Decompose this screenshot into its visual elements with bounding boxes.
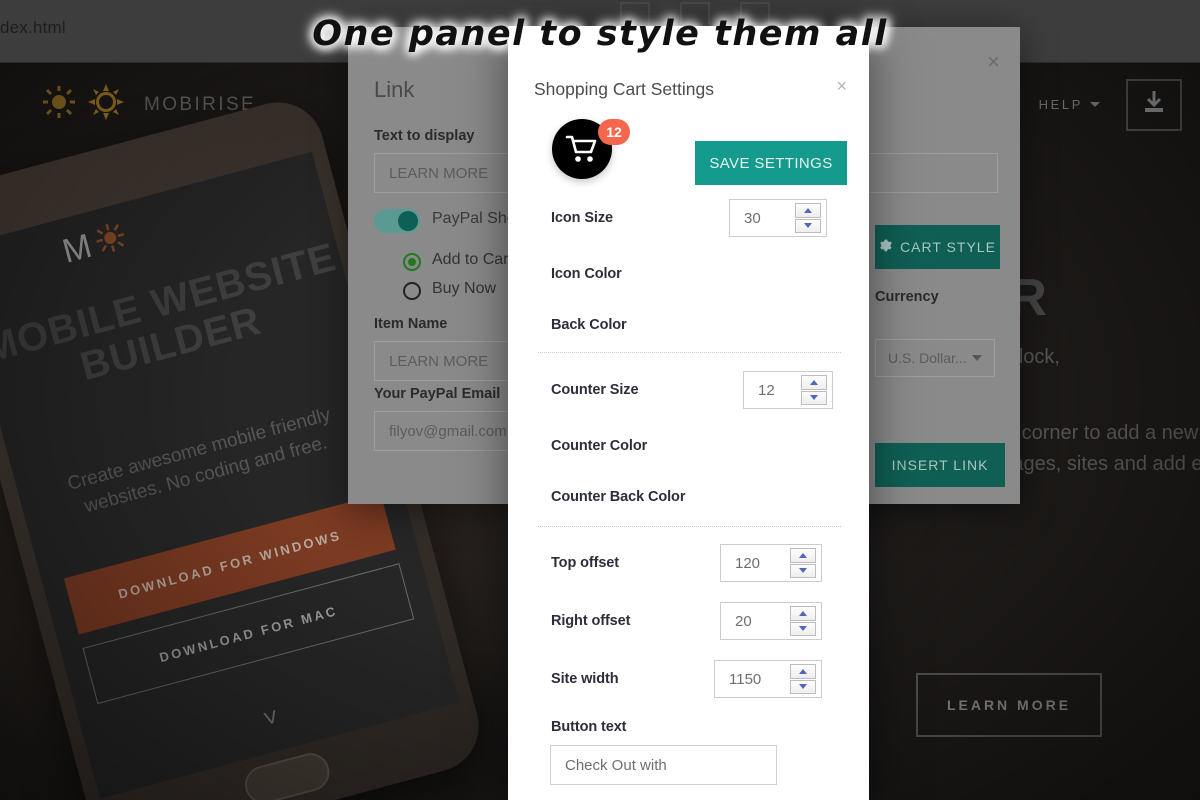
row-right-offset: Right offset 20: [508, 592, 869, 650]
stepper-down-icon[interactable]: [790, 621, 816, 636]
site-width-value[interactable]: 1150: [715, 671, 790, 688]
shopping-cart-settings-panel: Shopping Cart Settings × 12 SAVE SETTING…: [508, 26, 869, 800]
counter-size-spinner[interactable]: 12: [743, 371, 833, 409]
icon-size-value[interactable]: 30: [730, 210, 795, 227]
row-label-counter-back-color: Counter Back Color: [551, 489, 686, 505]
insert-link-button[interactable]: INSERT LINK: [875, 443, 1005, 487]
stepper-up-icon[interactable]: [795, 203, 821, 218]
row-top-offset: Top offset 120: [508, 534, 869, 592]
icon-size-stepper[interactable]: [795, 203, 821, 233]
save-settings-button[interactable]: SAVE SETTINGS: [695, 141, 847, 185]
cart-badge-counter: 12: [598, 119, 630, 145]
row-label-site-width: Site width: [551, 671, 619, 687]
row-counter-size: Counter Size 12: [508, 361, 869, 419]
counter-size-stepper[interactable]: [801, 375, 827, 405]
overlay-caption: One panel to style them all: [312, 14, 888, 54]
paypal-email-label: Your PayPal Email: [374, 386, 501, 402]
currency-select[interactable]: U.S. Dollar...: [875, 339, 995, 377]
gear-icon: [879, 239, 892, 255]
row-counter-back-color: Counter Back Color: [508, 468, 869, 526]
link-dialog-title: Link: [374, 77, 415, 102]
divider-2: [538, 526, 841, 527]
stepper-down-icon[interactable]: [790, 679, 816, 694]
top-offset-stepper[interactable]: [790, 548, 816, 578]
cart-style-button[interactable]: CART STYLE: [875, 225, 1000, 269]
radio-buy-now-label: Buy Now: [432, 280, 497, 297]
stepper-down-icon[interactable]: [795, 218, 821, 233]
row-label-right-offset: Right offset: [551, 613, 631, 629]
stepper-up-icon[interactable]: [790, 606, 816, 621]
row-label-icon-size: Icon Size: [551, 210, 613, 226]
row-label-counter-size: Counter Size: [551, 382, 639, 398]
counter-size-value[interactable]: 12: [744, 382, 801, 399]
radio-add-to-cart-label: Add to Cart: [432, 251, 513, 268]
currency-selected-value: U.S. Dollar...: [888, 350, 967, 366]
button-text-label: Button text: [551, 719, 627, 735]
insert-link-label: INSERT LINK: [891, 457, 989, 473]
chevron-down-icon-currency: [972, 355, 982, 361]
divider-1: [538, 352, 841, 353]
right-offset-spinner[interactable]: 20: [720, 602, 822, 640]
right-offset-stepper[interactable]: [790, 606, 816, 636]
cart-panel-title: Shopping Cart Settings: [534, 79, 714, 99]
row-label-counter-color: Counter Color: [551, 438, 648, 454]
stepper-down-icon[interactable]: [790, 563, 816, 578]
row-label-back-color: Back Color: [551, 317, 627, 333]
top-offset-spinner[interactable]: 120: [720, 544, 822, 582]
row-label-icon-color: Icon Color: [551, 266, 622, 282]
top-offset-value[interactable]: 120: [721, 555, 790, 572]
row-icon-size: Icon Size 30: [508, 189, 869, 247]
stepper-up-icon[interactable]: [790, 548, 816, 563]
row-site-width: Site width 1150: [508, 650, 869, 708]
currency-label: Currency: [875, 289, 939, 305]
site-width-stepper[interactable]: [790, 664, 816, 694]
stepper-up-icon[interactable]: [801, 375, 827, 390]
button-text-input[interactable]: Check Out with: [550, 745, 777, 785]
paypal-shop-toggle[interactable]: [374, 209, 420, 233]
radio-add-to-cart[interactable]: [403, 253, 421, 271]
item-name-label: Item Name: [374, 316, 448, 332]
site-width-spinner[interactable]: 1150: [714, 660, 822, 698]
stepper-up-icon[interactable]: [790, 664, 816, 679]
icon-size-spinner[interactable]: 30: [729, 199, 827, 237]
radio-buy-now[interactable]: [403, 282, 421, 300]
row-back-color: Back Color: [508, 296, 869, 354]
cart-style-label: CART STYLE: [900, 239, 996, 255]
text-to-display-label: Text to display: [374, 128, 475, 144]
row-label-top-offset: Top offset: [551, 555, 619, 571]
right-offset-value[interactable]: 20: [721, 613, 790, 630]
cart-panel-close-icon[interactable]: ×: [836, 76, 847, 97]
stepper-down-icon[interactable]: [801, 390, 827, 405]
row-counter-color: Counter Color: [508, 417, 869, 475]
row-icon-color: Icon Color: [508, 245, 869, 303]
